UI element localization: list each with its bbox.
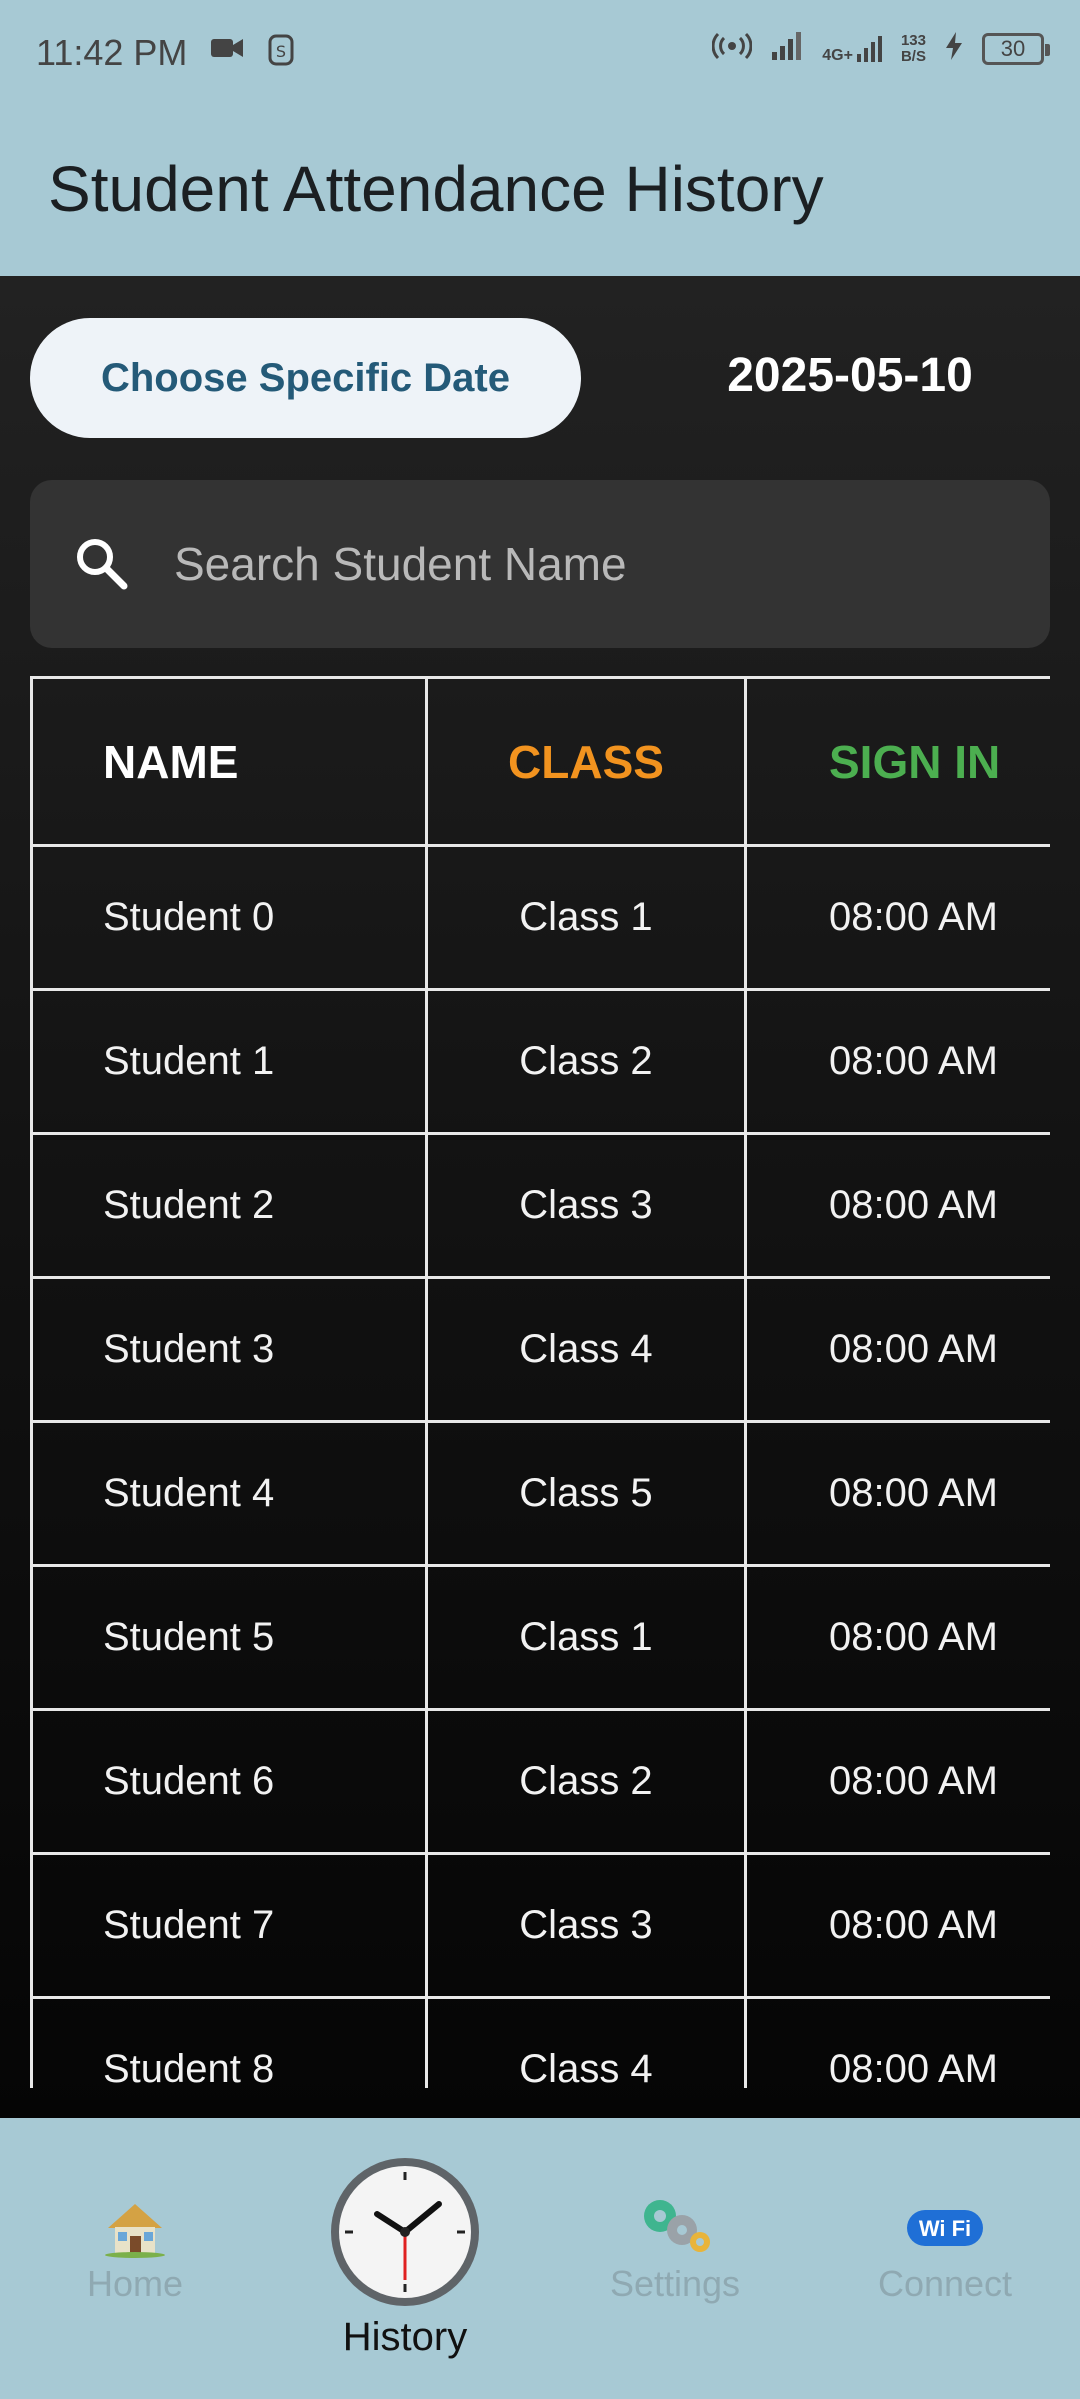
table-body: Student 0 Class 1 08:00 AM Student 1 Class 2…: [30, 844, 1050, 2088]
cell-sign-in: 08:00 AM: [744, 844, 1050, 991]
cell-class: Class 5: [425, 1420, 747, 1567]
choose-date-button[interactable]: Choose Specific Date: [30, 318, 581, 438]
cell-class: Class 2: [425, 988, 747, 1135]
cell-name: Student 8: [30, 1996, 428, 2088]
cell-name: Student 1: [30, 988, 428, 1135]
clock-icon: [327, 2158, 483, 2314]
status-time: 11:42 PM: [36, 32, 188, 73]
cell-sign-in: 08:00 AM: [744, 1564, 1050, 1711]
cell-class: Class 1: [425, 844, 747, 991]
cell-name: Student 6: [30, 1708, 428, 1855]
charging-icon: [944, 31, 964, 66]
gears-icon: [630, 2200, 720, 2262]
header-sign-in: SIGN IN: [744, 676, 1050, 847]
table-row: Student 2 Class 3 08:00 AM: [30, 1132, 1050, 1279]
search-bar[interactable]: [30, 480, 1050, 648]
signal-4g-icon: 4G+: [822, 34, 883, 64]
table-row: Student 7 Class 3 08:00 AM: [30, 1852, 1050, 1999]
cell-sign-in: 08:00 AM: [744, 988, 1050, 1135]
status-right-group: 4G+ 133 B/S 30: [711, 30, 1050, 67]
table-row: Student 4 Class 5 08:00 AM: [30, 1420, 1050, 1567]
cell-name: Student 3: [30, 1276, 428, 1423]
nav-item-connect[interactable]: Wi Fi Connect: [870, 2198, 1020, 2305]
cell-class: Class 3: [425, 1132, 747, 1279]
cell-sign-in: 08:00 AM: [744, 1852, 1050, 1999]
header-name: NAME: [30, 676, 428, 847]
cell-class: Class 3: [425, 1852, 747, 1999]
cell-name: Student 0: [30, 844, 428, 991]
attendance-table-container[interactable]: NAME CLASS SIGN IN Student 0 Class 1 08:00…: [30, 676, 1050, 2088]
svg-text:Wi Fi: Wi Fi: [919, 2216, 971, 2241]
cell-sign-in: 08:00 AM: [744, 1708, 1050, 1855]
cell-sign-in: 08:00 AM: [744, 1420, 1050, 1567]
selected-date: 2025-05-10: [727, 349, 973, 402]
table-row: Student 1 Class 2 08:00 AM: [30, 988, 1050, 1135]
table-row: Student 8 Class 4 08:00 AM: [30, 1996, 1050, 2088]
search-input[interactable]: [174, 524, 1014, 604]
table-row: Student 0 Class 1 08:00 AM: [30, 844, 1050, 991]
video-camera-icon: [210, 34, 244, 67]
search-icon: [72, 534, 132, 599]
cell-name: Student 4: [30, 1420, 428, 1567]
hotspot-icon: [711, 31, 753, 66]
svg-text:S: S: [276, 42, 286, 61]
table-row: Student 3 Class 4 08:00 AM: [30, 1276, 1050, 1423]
bottom-navigation: Home History Settings Wi Fi Connect: [0, 2118, 1080, 2399]
table-header-row: NAME CLASS SIGN IN: [30, 676, 1050, 847]
cell-name: Student 5: [30, 1564, 428, 1711]
nav-label-history: History: [342, 2315, 468, 2359]
page-title: Student Attendance History: [48, 153, 824, 225]
battery-icon: 30: [982, 32, 1050, 65]
status-bar: 11:42 PM S 4G+ 133 B/S 30: [0, 0, 1080, 108]
cell-class: Class 2: [425, 1708, 747, 1855]
cell-sign-in: 08:00 AM: [744, 1276, 1050, 1423]
cell-name: Student 7: [30, 1852, 428, 1999]
cell-class: Class 1: [425, 1564, 747, 1711]
table-row: Student 6 Class 2 08:00 AM: [30, 1708, 1050, 1855]
wifi-icon: Wi Fi: [905, 2210, 985, 2262]
cell-name: Student 2: [30, 1132, 428, 1279]
nav-label-home: Home: [86, 2263, 184, 2304]
sim-icon: S: [266, 34, 296, 71]
cell-class: Class 4: [425, 1276, 747, 1423]
network-speed: 133 B/S: [900, 31, 926, 65]
table-row: Student 5 Class 1 08:00 AM: [30, 1564, 1050, 1711]
attendance-table: NAME CLASS SIGN IN Student 0 Class 1 08:00…: [30, 676, 1050, 2088]
nav-item-home[interactable]: Home: [60, 2198, 210, 2305]
nav-label-connect: Connect: [877, 2263, 1013, 2304]
cell-sign-in: 08:00 AM: [744, 1996, 1050, 2088]
house-icon: [100, 2204, 170, 2262]
header-class: CLASS: [425, 676, 747, 847]
cell-sign-in: 08:00 AM: [744, 1132, 1050, 1279]
cell-class: Class 4: [425, 1996, 747, 2088]
nav-item-history[interactable]: History: [320, 2154, 490, 2360]
app-bar: Student Attendance History: [0, 108, 1080, 276]
main-content: Choose Specific Date 2025-05-10 NAME CLA…: [0, 276, 1080, 2118]
signal-icon: [770, 30, 804, 67]
nav-item-settings[interactable]: Settings: [600, 2194, 750, 2305]
nav-label-settings: Settings: [609, 2263, 741, 2304]
